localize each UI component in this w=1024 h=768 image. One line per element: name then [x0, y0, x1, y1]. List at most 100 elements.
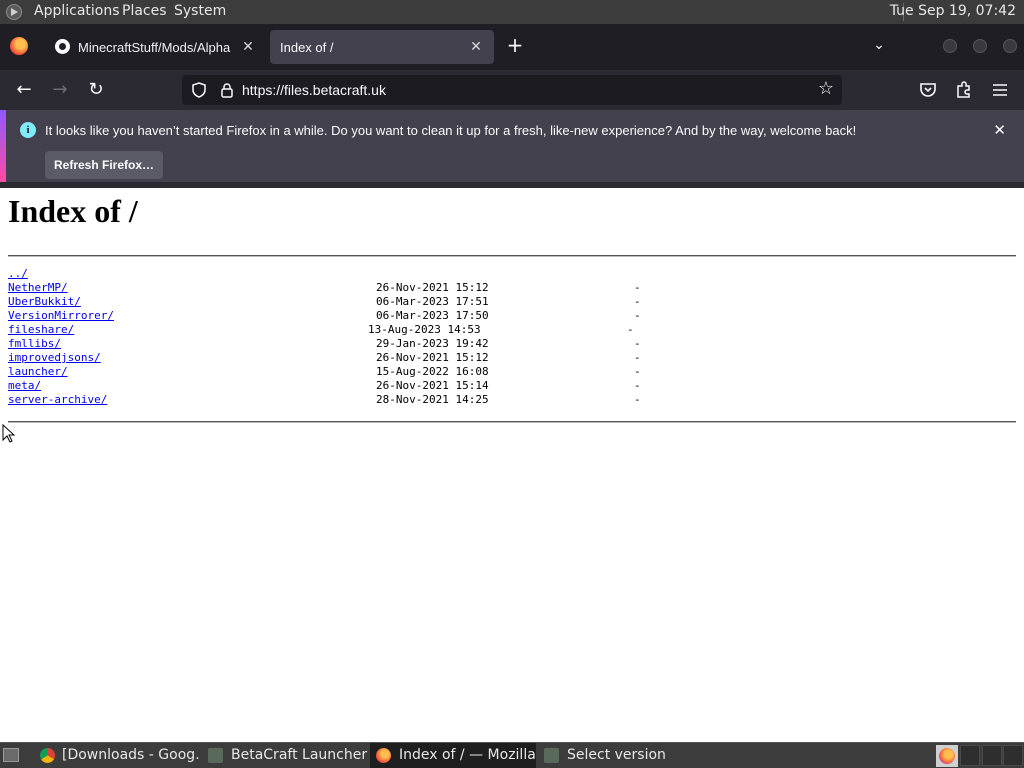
navigation-toolbar: ← → ↻ https://files.betacraft.uk ☆ — [0, 70, 1024, 110]
entry-size: - — [634, 309, 641, 322]
entry-date: 28-Nov-2021 14:25 — [376, 393, 489, 406]
bookmark-star-icon[interactable]: ☆ — [816, 79, 836, 99]
minimize-window-button[interactable] — [943, 39, 957, 53]
entry-date: 15-Aug-2022 16:08 — [376, 365, 489, 378]
tracking-protection-icon[interactable] — [190, 81, 208, 99]
places-menu[interactable]: Places — [122, 3, 167, 19]
new-tab-button[interactable]: + — [504, 34, 526, 56]
info-icon: i — [20, 122, 36, 138]
list-item: UberBukkit/ 06-Mar-2023 17:51 - — [8, 295, 688, 309]
taskbar-item-label: [Downloads - Goog… — [62, 747, 200, 763]
list-all-tabs-button[interactable]: ⌄ — [868, 34, 890, 56]
entry-link[interactable]: NetherMP/ — [8, 281, 68, 295]
notification-accent — [0, 110, 6, 182]
entry-size: - — [634, 365, 641, 378]
entry-link[interactable]: fmllibs/ — [8, 337, 61, 351]
url-text[interactable]: https://files.betacraft.uk — [242, 82, 386, 98]
app-menu-icon[interactable] — [988, 78, 1012, 102]
page-title: Index of / — [8, 193, 138, 229]
tab-close-icon[interactable]: ✕ — [240, 38, 256, 55]
tab-title: MinecraftStuff/Mods/Alpha — [78, 40, 231, 55]
taskbar-item-downloads[interactable]: [Downloads - Goog… — [34, 743, 200, 768]
firefox-view-icon[interactable] — [10, 37, 28, 55]
chrome-icon — [40, 748, 55, 763]
entry-size: - — [634, 295, 641, 308]
entry-date: 13-Aug-2023 14:53 — [368, 323, 481, 336]
list-item: VersionMirrorer/ 06-Mar-2023 17:50 - — [8, 309, 688, 323]
show-desktop-icon[interactable] — [3, 748, 19, 762]
workspace-active[interactable] — [936, 745, 958, 767]
list-item: NetherMP/ 26-Nov-2021 15:12 - — [8, 281, 688, 295]
system-logo-icon[interactable] — [6, 4, 22, 20]
refresh-firefox-button[interactable]: Refresh Firefox… — [45, 151, 163, 179]
taskbar-item-betacraft[interactable]: BetaCraft Launcher … — [202, 743, 370, 768]
java-icon — [208, 748, 223, 763]
list-item: ../ — [8, 267, 688, 281]
tab-strip: MinecraftStuff/Mods/Alpha ✕ Index of / ✕… — [0, 24, 1024, 70]
tab-close-icon[interactable]: ✕ — [468, 38, 484, 55]
list-item: launcher/ 15-Aug-2022 16:08 - — [8, 365, 688, 379]
workspace-3[interactable] — [982, 745, 1002, 766]
list-item: improvedjsons/ 26-Nov-2021 15:12 - — [8, 351, 688, 365]
system-menu[interactable]: System — [174, 3, 226, 19]
taskbar-item-label: Index of / — Mozilla… — [399, 747, 535, 763]
entry-link[interactable]: UberBukkit/ — [8, 295, 81, 309]
taskbar: [Downloads - Goog… BetaCraft Launcher … … — [0, 742, 1024, 768]
applications-menu[interactable]: Applications — [34, 3, 120, 19]
taskbar-item-firefox[interactable]: Index of / — Mozilla… — [370, 743, 536, 768]
entry-date: 26-Nov-2021 15:12 — [376, 281, 489, 294]
pocket-icon[interactable] — [916, 78, 940, 102]
entry-date: 06-Mar-2023 17:51 — [376, 295, 489, 308]
workspace-2[interactable] — [960, 745, 980, 766]
entry-link[interactable]: server-archive/ — [8, 393, 107, 407]
java-icon — [544, 748, 559, 763]
entry-size: - — [634, 393, 641, 406]
entry-date: 26-Nov-2021 15:14 — [376, 379, 489, 392]
entry-size: - — [634, 281, 641, 294]
clock[interactable]: Tue Sep 19, 07:42 — [890, 3, 1016, 19]
divider — [8, 255, 1016, 257]
page-content: Index of / ../ NetherMP/ 26-Nov-2021 15:… — [0, 188, 1024, 742]
entry-link[interactable]: fileshare/ — [8, 323, 74, 337]
entry-link[interactable]: VersionMirrorer/ — [8, 309, 114, 323]
entry-link[interactable]: launcher/ — [8, 365, 68, 379]
extensions-icon[interactable] — [952, 78, 976, 102]
url-bar[interactable]: https://files.betacraft.uk ☆ — [182, 75, 842, 105]
forward-button[interactable]: → — [48, 78, 72, 102]
lock-icon[interactable] — [218, 81, 236, 99]
parent-directory-link[interactable]: ../ — [8, 267, 28, 281]
back-button[interactable]: ← — [12, 78, 36, 102]
entry-size: - — [634, 351, 641, 364]
entry-size: - — [634, 379, 641, 392]
list-item: fileshare/ 13-Aug-2023 14:53 - — [8, 323, 688, 337]
mouse-cursor-icon — [2, 424, 16, 443]
firefox-icon — [376, 748, 391, 763]
tab-index[interactable]: Index of / ✕ — [270, 30, 494, 64]
firefox-icon — [939, 748, 955, 764]
tab-title: Index of / — [280, 40, 334, 55]
entry-date: 26-Nov-2021 15:12 — [376, 351, 489, 364]
taskbar-item-select-version[interactable]: Select version — [538, 743, 704, 768]
workspace-4[interactable] — [1003, 745, 1023, 766]
list-item: meta/ 26-Nov-2021 15:14 - — [8, 379, 688, 393]
list-item: server-archive/ 28-Nov-2021 14:25 - — [8, 393, 688, 407]
tab-github[interactable]: MinecraftStuff/Mods/Alpha ✕ — [44, 30, 264, 64]
system-top-bar: Applications Places System Tue Sep 19, 0… — [0, 0, 1024, 24]
taskbar-item-label: Select version — [567, 747, 666, 763]
entry-date: 06-Mar-2023 17:50 — [376, 309, 489, 322]
entry-size: - — [634, 337, 641, 350]
entry-link[interactable]: meta/ — [8, 379, 41, 393]
github-icon — [55, 39, 70, 54]
maximize-window-button[interactable] — [973, 39, 987, 53]
close-window-button[interactable] — [1003, 39, 1017, 53]
refresh-notification-bar: i It looks like you haven’t started Fire… — [0, 110, 1024, 188]
entry-date: 29-Jan-2023 19:42 — [376, 337, 489, 350]
reload-button[interactable]: ↻ — [84, 78, 108, 102]
entry-size: - — [627, 323, 634, 336]
entry-link[interactable]: improvedjsons/ — [8, 351, 101, 365]
divider — [8, 421, 1016, 423]
notification-message: It looks like you haven’t started Firefo… — [45, 123, 857, 138]
list-item: fmllibs/ 29-Jan-2023 19:42 - — [8, 337, 688, 351]
directory-listing: ../ NetherMP/ 26-Nov-2021 15:12 - UberBu… — [8, 267, 688, 407]
close-icon[interactable]: ✕ — [993, 121, 1006, 139]
